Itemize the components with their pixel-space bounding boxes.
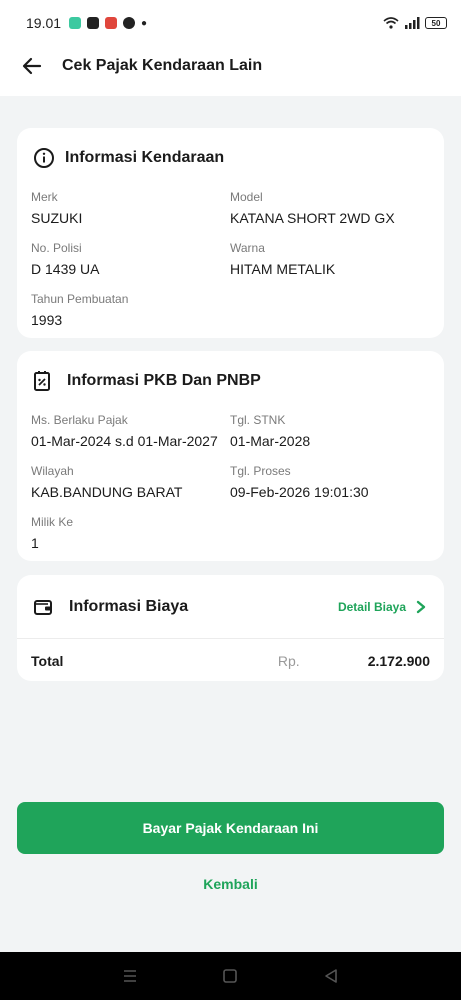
battery-icon: 50 — [425, 17, 447, 29]
owner-count-field: Milik Ke 1 — [31, 513, 230, 564]
home-icon[interactable] — [222, 968, 238, 984]
signal-icon — [405, 17, 420, 29]
app-notification-icon — [105, 17, 118, 29]
tax-period-value: 01-Mar-2024 s.d 01-Mar-2027 — [31, 433, 218, 449]
color-field: Warna HITAM METALIK — [230, 239, 430, 290]
recent-apps-icon[interactable] — [122, 969, 138, 983]
total-amount: 2.172.900 — [367, 653, 430, 669]
model-label: Model — [230, 190, 263, 204]
region-label: Wilayah — [31, 464, 74, 478]
region-value: KAB.BANDUNG BARAT — [31, 484, 183, 500]
arrow-left-icon — [22, 57, 42, 75]
shop-notification-icon — [87, 17, 100, 29]
cost-info-header: Informasi Biaya Detail Biaya — [17, 575, 444, 639]
plate-value: D 1439 UA — [31, 261, 100, 277]
pkb-info-card: Informasi PKB Dan PNBP Ms. Berlaku Pajak… — [17, 351, 444, 561]
plate-field: No. Polisi D 1439 UA — [31, 239, 230, 290]
color-label: Warna — [230, 241, 265, 255]
cost-info-card: Informasi Biaya Detail Biaya Total Rp. 2… — [17, 575, 444, 681]
system-nav-bar — [0, 952, 461, 1000]
vehicle-info-grid: Merk SUZUKI Model KATANA SHORT 2WD GX No… — [17, 188, 444, 341]
more-notifications-icon: ● — [141, 17, 148, 29]
tax-period-field: Ms. Berlaku Pajak 01-Mar-2024 s.d 01-Mar… — [31, 411, 230, 462]
model-value: KATANA SHORT 2WD GX — [230, 210, 395, 226]
model-field: Model KATANA SHORT 2WD GX — [230, 188, 430, 239]
tax-period-label: Ms. Berlaku Pajak — [31, 413, 128, 427]
status-time: 19.01 — [26, 15, 62, 31]
pkb-info-header: Informasi PKB Dan PNBP — [17, 351, 444, 411]
message-notification-icon — [69, 17, 82, 29]
wifi-icon — [383, 17, 399, 29]
back-button[interactable] — [18, 52, 46, 80]
stnk-date-field: Tgl. STNK 01-Mar-2028 — [230, 411, 430, 462]
brand-label: Merk — [31, 190, 58, 204]
play-notification-icon — [123, 17, 136, 29]
color-value: HITAM METALIK — [230, 261, 336, 277]
tax-document-icon — [34, 371, 50, 391]
stnk-date-label: Tgl. STNK — [230, 413, 286, 427]
app-bar: Cek Pajak Kendaraan Lain — [0, 36, 461, 96]
pay-tax-button[interactable]: Bayar Pajak Kendaraan Ini — [17, 802, 444, 854]
year-value: 1993 — [31, 312, 63, 328]
wallet-icon — [34, 599, 52, 615]
brand-value: SUZUKI — [31, 210, 83, 226]
back-link[interactable]: Kembali — [0, 876, 461, 892]
currency-label: Rp. — [277, 653, 300, 669]
back-nav-icon[interactable] — [323, 968, 339, 984]
process-date-value: 09-Feb-2026 19:01:30 — [230, 484, 369, 500]
vehicle-info-header: Informasi Kendaraan — [17, 128, 444, 188]
year-label: Tahun Pembuatan — [31, 292, 129, 306]
process-date-label: Tgl. Proses — [230, 464, 291, 478]
info-icon — [34, 148, 54, 168]
vehicle-info-title: Informasi Kendaraan — [65, 149, 225, 166]
cost-info-title: Informasi Biaya — [69, 597, 189, 615]
cost-detail-label: Detail Biaya — [337, 599, 406, 614]
stnk-date-value: 01-Mar-2028 — [230, 433, 311, 449]
total-row: Total Rp. 2.172.900 — [17, 639, 444, 683]
page-title: Cek Pajak Kendaraan Lain — [62, 57, 263, 74]
brand-field: Merk SUZUKI — [31, 188, 230, 239]
chevron-right-icon — [416, 600, 426, 613]
owner-count-label: Milik Ke — [31, 515, 74, 529]
region-field: Wilayah KAB.BANDUNG BARAT — [31, 462, 230, 513]
owner-count-value: 1 — [31, 535, 39, 551]
notification-icons: ● — [69, 17, 147, 29]
cost-detail-link[interactable]: Detail Biaya — [338, 600, 426, 614]
year-field: Tahun Pembuatan 1993 — [31, 290, 230, 341]
vehicle-info-card: Informasi Kendaraan Merk SUZUKI Model KA… — [17, 128, 444, 338]
total-label: Total — [31, 653, 64, 669]
plate-label: No. Polisi — [31, 241, 82, 255]
process-date-field: Tgl. Proses 09-Feb-2026 19:01:30 — [230, 462, 430, 513]
pkb-info-grid: Ms. Berlaku Pajak 01-Mar-2024 s.d 01-Mar… — [17, 411, 444, 564]
pkb-info-title: Informasi PKB Dan PNBP — [67, 372, 261, 389]
